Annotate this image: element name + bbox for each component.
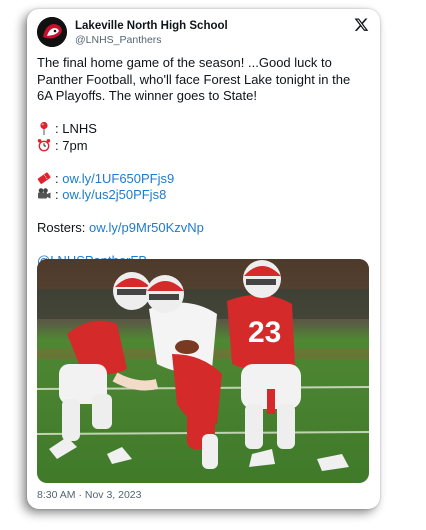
time-separator: : [55, 137, 59, 153]
round-pushpin-icon [37, 121, 51, 135]
jersey-number: 23 [248, 316, 281, 349]
location-text: LNHS [62, 121, 97, 136]
rosters-line: Rosters: ow.ly/p9Mr50KzvNp [37, 220, 368, 237]
tweet-text: The final home game of the season! ...Go… [37, 55, 368, 270]
location-separator: : [55, 121, 59, 136]
ticket-separator: : [55, 170, 59, 186]
timestamp[interactable]: 8:30 AM · Nov 3, 2023 [37, 489, 141, 501]
tweet-photo[interactable]: 23 [37, 259, 369, 483]
author-handle[interactable]: @LNHS_Panthers [75, 34, 162, 46]
x-logo-icon[interactable] [354, 17, 369, 32]
video-separator: : [55, 187, 59, 202]
time-text: 7pm [62, 137, 88, 153]
author-name[interactable]: Lakeville North High School [75, 20, 228, 32]
ticket-line: : ow.ly/1UF650PFjs9 [37, 171, 368, 188]
video-line: : ow.ly/us2j50PFjs8 [37, 187, 368, 204]
movie-camera-icon [37, 187, 51, 201]
avatar[interactable] [37, 17, 67, 47]
tweet-body: The final home game of the season! ...Go… [37, 55, 351, 103]
ticket-link[interactable]: ow.ly/1UF650PFjs9 [62, 171, 174, 186]
time-line: : 7pm [37, 138, 368, 155]
ticket-icon [37, 171, 51, 185]
video-link[interactable]: ow.ly/us2j50PFjs8 [62, 187, 166, 202]
rosters-label: Rosters: [37, 220, 86, 235]
alarm-clock-icon [37, 138, 51, 152]
location-line: : LNHS [37, 121, 368, 138]
rosters-link[interactable]: ow.ly/p9Mr50KzvNp [89, 220, 204, 235]
tweet-card: Lakeville North High School @LNHS_Panthe… [27, 9, 380, 509]
